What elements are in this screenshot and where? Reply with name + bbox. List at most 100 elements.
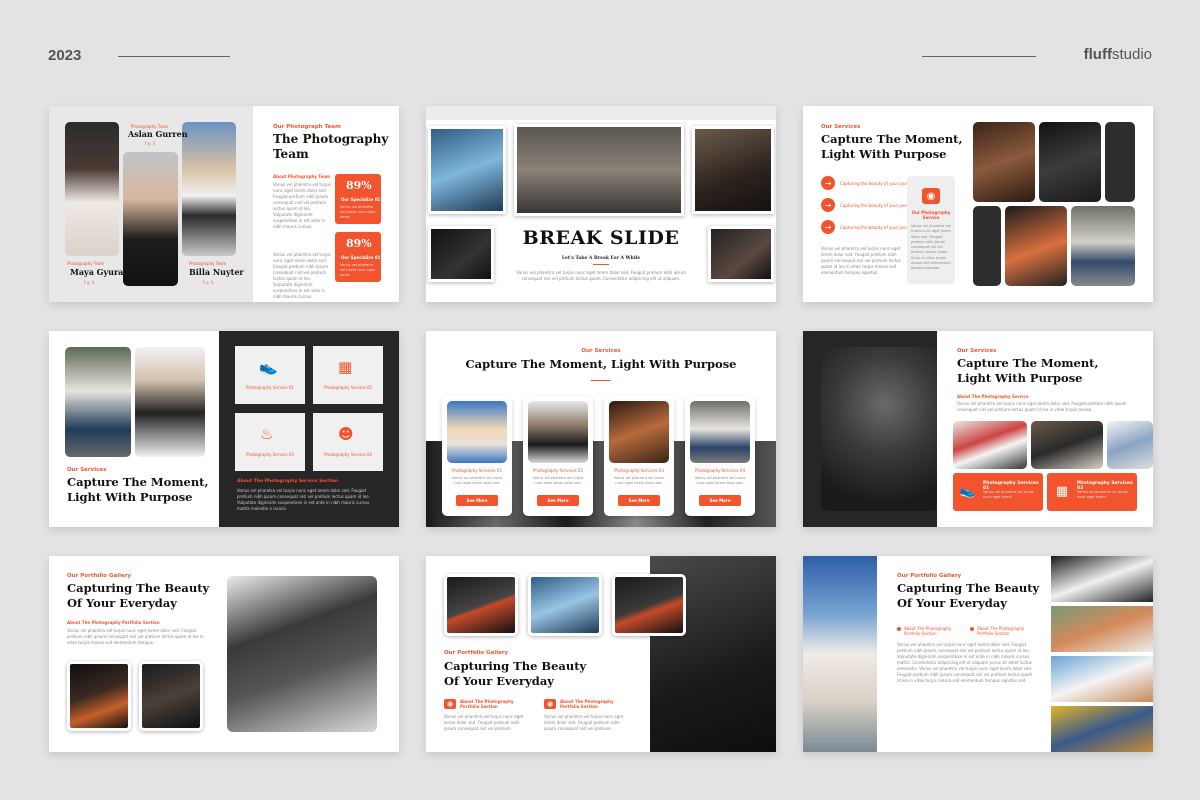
service-tile-2[interactable]: ▦ Photography Service 02 <box>313 346 383 404</box>
slide-photography-team[interactable]: Photography Team Aslan Gurren f ◎ 𝕏 Phot… <box>49 106 399 302</box>
member-photo-right <box>182 122 236 256</box>
slide-portfolio-2[interactable]: Our Portfolio Gallery Capturing The Beau… <box>426 556 776 752</box>
top-band <box>426 106 776 120</box>
photo-woman-coat <box>803 556 877 752</box>
arrow-icon-1[interactable]: → <box>821 176 835 190</box>
slide4-title-line2: Light With Purpose <box>67 490 193 504</box>
slide6-kicker: Our Services <box>957 348 997 354</box>
slide1-title-line2: Team <box>273 147 309 161</box>
bullet-1 <box>897 627 901 631</box>
break-body: Varius vel pharetra vel turpis nunc eget… <box>516 270 686 281</box>
card4-photo <box>690 401 750 463</box>
slide6-about: About The Photography Service <box>957 394 1029 399</box>
slide6-title-line1: Capture The Moment, <box>957 356 1099 370</box>
card2-photo <box>528 401 588 463</box>
slide5-divider <box>591 380 611 381</box>
slide-services-capture[interactable]: Our Services Capture The Moment, Light W… <box>803 106 1153 302</box>
slide7-kicker: Our Portfolio Gallery <box>67 573 132 579</box>
photo-studio-blue <box>428 126 506 214</box>
service-tile-2-label: Photography Service 02 <box>324 385 372 390</box>
photo-portrait-6 <box>1071 206 1135 286</box>
service-tile-1[interactable]: 👟 Photography Service 01 <box>235 346 305 404</box>
photo-portrait-4 <box>973 206 1001 286</box>
stat2-text: Varius vel pharetra vel turpis nunc eget… <box>340 263 376 277</box>
photo-portfolio-1 <box>67 661 131 731</box>
slide1-body-1: Varius vel pharetra vel turpis nunc eget… <box>273 182 331 229</box>
slide-portfolio-1[interactable]: Our Portfolio Gallery Capturing The Beau… <box>49 556 399 752</box>
camera-icon-2: ◉ <box>544 699 556 709</box>
service-box-2-text: Varius vel pharetra vel turpis nunc eget… <box>1077 490 1128 499</box>
slide-service-cards[interactable]: Our Services Capture The Moment, Light W… <box>426 331 776 527</box>
break-title: BREAK SLIDE <box>522 227 680 249</box>
arrow-icon-3[interactable]: → <box>821 220 835 234</box>
building-icon-2: ▦ <box>1055 483 1069 499</box>
photo-studio-1 <box>953 421 1027 469</box>
card1-see-more-button[interactable]: See More <box>456 495 498 506</box>
slide-break[interactable]: BREAK SLIDE Let's Take A Break For A Whi… <box>426 106 776 302</box>
photo-studio-center <box>514 124 684 216</box>
brand-bold: fluff <box>1083 46 1112 63</box>
card1-photo <box>447 401 507 463</box>
card4-label: Photography Services 04 <box>695 468 745 473</box>
photo-collage-2 <box>1051 606 1153 652</box>
service-box-1[interactable]: 👟 Photography Services 01 Varius vel pha… <box>953 473 1043 511</box>
slide4-body: Varius vel pharetra vel turpis nunc eget… <box>237 488 370 511</box>
service-tile-4-label: Photography Service 04 <box>324 452 372 457</box>
person-icon: ☻ <box>338 425 354 443</box>
card4-text: Varius vel pharetra vel turpis nunc eget… <box>694 476 746 486</box>
service-box-2[interactable]: ▦ Photography Services 02 Varius vel pha… <box>1047 473 1137 511</box>
card3-text: Varius vel pharetra vel turpis nunc eget… <box>613 476 665 486</box>
slide8-kicker: Our Portfolio Gallery <box>444 650 509 656</box>
header-divider-left <box>118 56 230 57</box>
slide6-body: Varius vel pharetra vel turpis nunc eget… <box>957 401 1127 412</box>
service-card: ◉ Our Photography Service Varius vel pha… <box>907 176 955 284</box>
slide-photographer-services[interactable]: Our Services Capture The Moment, Light W… <box>803 331 1153 527</box>
member-right-name: Billa Nuyter <box>189 267 244 277</box>
brand-light: studio <box>1111 46 1152 63</box>
service-card-2[interactable]: Photography Services 02 Varius vel phare… <box>523 396 593 516</box>
card2-text: Varius vel pharetra vel turpis nunc eget… <box>532 476 584 486</box>
member-photo-left <box>65 122 119 256</box>
member-left-social[interactable]: f ◎ 𝕏 <box>84 280 95 285</box>
card2-see-more-button[interactable]: See More <box>537 495 579 506</box>
service-tile-3[interactable]: ♨ Photography Service 03 <box>235 413 305 471</box>
slide6-title-line2: Light With Purpose <box>957 371 1083 385</box>
stat1-label: Our Specialize 01 <box>341 197 381 202</box>
slide9-title-line1: Capturing The Beauty <box>897 581 1040 595</box>
slide3-item-3: Capturing the beauty of your journey <box>840 225 915 230</box>
slide9-item1-label: About The Photography Portfolio Section <box>904 626 952 636</box>
slide-portfolio-3[interactable]: Our Portfolio Gallery Capturing The Beau… <box>803 556 1153 752</box>
photo-photographer <box>692 126 774 214</box>
slide8-title-line2: Of Your Everyday <box>444 674 554 688</box>
card4-see-more-button[interactable]: See More <box>699 495 741 506</box>
photo-portrait-1 <box>973 122 1035 202</box>
card1-text: Varius vel pharetra vel turpis nunc eget… <box>451 476 503 486</box>
photo-gallery-1 <box>444 574 518 636</box>
member-top-social[interactable]: f ◎ 𝕏 <box>145 141 156 146</box>
slide4-title-line1: Capture The Moment, <box>67 475 209 489</box>
slide3-title-line1: Capture The Moment, <box>821 132 963 146</box>
break-subtitle: Let's Take A Break For A While <box>561 256 641 261</box>
photo-studio-2 <box>1031 421 1103 469</box>
stat-card-1: 89% Our Specialize 01 Varius vel pharetr… <box>335 174 381 224</box>
card2-label: Photography Services 02 <box>533 468 583 473</box>
service-card-1[interactable]: Photography Services 01 Varius vel phare… <box>442 396 512 516</box>
slide7-title-line2: Of Your Everyday <box>67 596 177 610</box>
photo-gallery-2 <box>528 574 602 636</box>
card3-see-more-button[interactable]: See More <box>618 495 660 506</box>
slide1-body-2: Varius vel pharetra vel turpis nunc eget… <box>273 252 331 299</box>
photo-collage-3 <box>1051 656 1153 702</box>
arrow-icon-2[interactable]: → <box>821 198 835 212</box>
member-right-social[interactable]: f ◎ 𝕏 <box>203 280 214 285</box>
service-card-text: Varius vel pharetra vel turpis nunc eget… <box>911 224 951 270</box>
slide-services-grid[interactable]: Our Services Capture The Moment, Light W… <box>49 331 399 527</box>
photo-collage-1 <box>1051 556 1153 602</box>
service-card-3[interactable]: Photography Services 03 Varius vel phare… <box>604 396 674 516</box>
slide3-body-1: Varius vel pharetra vel turpis nunc eget… <box>821 246 901 275</box>
stat-card-2: 89% Our Specialize 01 Varius vel pharetr… <box>335 232 381 282</box>
member-left-name: Maya Gyura <box>70 267 124 277</box>
card3-photo <box>609 401 669 463</box>
stat1-text: Varius vel pharetra vel turpis nunc eget… <box>340 205 376 219</box>
service-tile-4[interactable]: ☻ Photography Service 04 <box>313 413 383 471</box>
service-card-4[interactable]: Photography Services 04 Varius vel phare… <box>685 396 755 516</box>
